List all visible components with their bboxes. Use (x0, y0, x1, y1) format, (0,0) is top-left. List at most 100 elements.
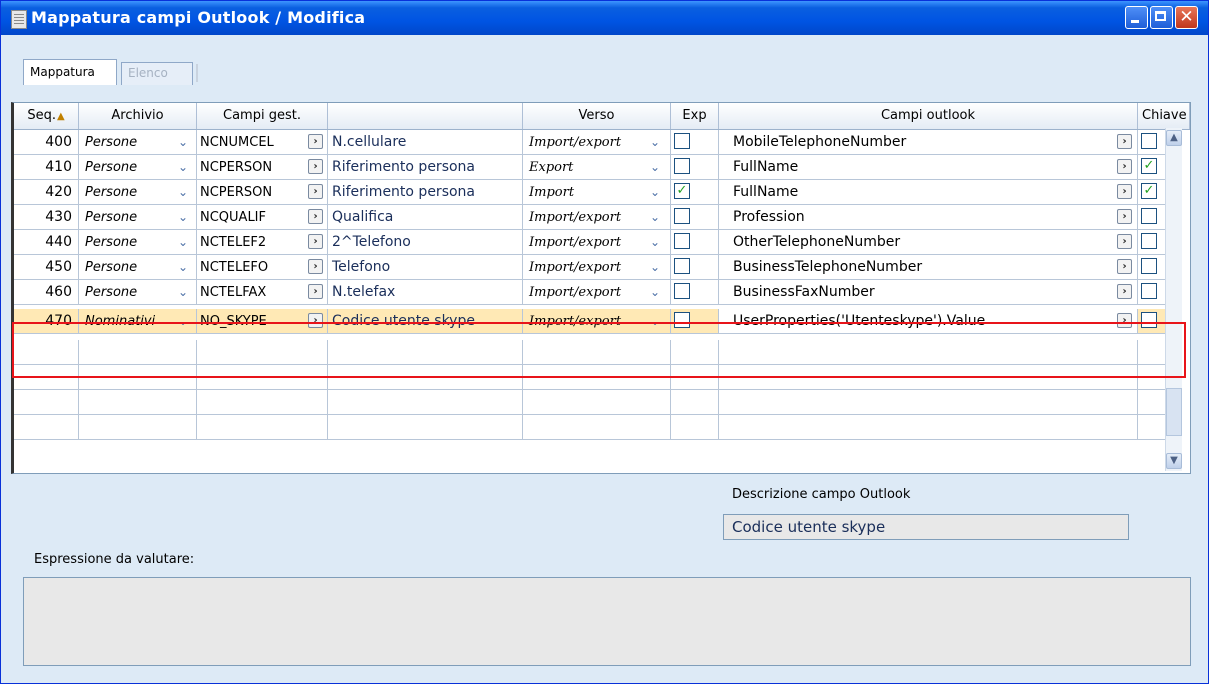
chiave-checkbox[interactable] (1141, 133, 1157, 149)
chevron-down-icon[interactable]: ⌄ (175, 283, 191, 301)
cell-verso[interactable]: Import/export ⌄ (523, 280, 671, 305)
chiave-checkbox[interactable] (1141, 283, 1157, 299)
column-header-descrizione[interactable] (328, 103, 523, 129)
zoom-icon[interactable]: › (1117, 209, 1132, 224)
chiave-checkbox[interactable]: ✓ (1141, 158, 1157, 174)
zoom-icon[interactable]: › (1117, 159, 1132, 174)
cell-campi-outlook[interactable]: BusinessFaxNumber › (719, 280, 1138, 305)
cell-seq[interactable]: 440 (14, 230, 79, 255)
chevron-down-icon[interactable]: ⌄ (647, 208, 663, 226)
column-header-archivio[interactable]: Archivio (79, 103, 197, 129)
espressione-textarea[interactable] (23, 577, 1191, 666)
zoom-icon[interactable]: › (308, 284, 323, 299)
exp-checkbox[interactable] (674, 233, 690, 249)
exp-checkbox[interactable]: ✓ (674, 183, 690, 199)
chevron-down-icon[interactable]: ⌄ (175, 208, 191, 226)
chevron-down-icon[interactable]: ⌄ (647, 233, 663, 251)
cell-campi-outlook[interactable]: BusinessTelephoneNumber › (719, 255, 1138, 280)
cell-seq[interactable]: 430 (14, 205, 79, 230)
zoom-icon[interactable]: › (308, 159, 323, 174)
exp-checkbox[interactable] (674, 133, 690, 149)
close-button[interactable]: ✕ (1175, 6, 1198, 29)
cell-campo-gest[interactable]: NCTELFAX › (197, 280, 328, 305)
table-row[interactable]: 440 Persone ⌄ NCTELEF2 › 2^Telefono Import/exp… (14, 230, 1174, 255)
zoom-icon[interactable]: › (308, 259, 323, 274)
table-row[interactable]: 460 Persone ⌄ NCTELFAX › N.telefax Import/expo… (14, 280, 1174, 305)
cell-archivio[interactable]: Persone ⌄ (79, 180, 197, 205)
zoom-icon[interactable]: › (1117, 184, 1132, 199)
cell-archivio[interactable]: Persone ⌄ (79, 155, 197, 180)
cell-seq[interactable]: 450 (14, 255, 79, 280)
cell-campi-outlook[interactable]: Profession › (719, 205, 1138, 230)
cell-campo-gest[interactable]: NCTELEFO › (197, 255, 328, 280)
chevron-down-icon[interactable]: ⌄ (647, 183, 663, 201)
cell-campo-gest[interactable]: NCTELEF2 › (197, 230, 328, 255)
exp-checkbox[interactable] (674, 158, 690, 174)
cell-verso[interactable]: Export ⌄ (523, 155, 671, 180)
table-row[interactable]: 450 Persone ⌄ NCTELEFO › Telefono Import/expor… (14, 255, 1174, 280)
table-row[interactable]: 430 Persone ⌄ NCQUALIF › Qualifica Import/expo… (14, 205, 1174, 230)
cell-seq[interactable]: 410 (14, 155, 79, 180)
tab-mappatura[interactable]: Mappatura (23, 59, 117, 85)
zoom-icon[interactable]: › (1117, 234, 1132, 249)
exp-checkbox[interactable] (674, 208, 690, 224)
tab-elenco[interactable]: Elenco (121, 62, 193, 85)
zoom-icon[interactable]: › (1117, 284, 1132, 299)
cell-archivio[interactable]: Persone ⌄ (79, 255, 197, 280)
title-bar[interactable]: Mappatura campi Outlook / Modifica ✕ (1, 1, 1208, 35)
column-header-verso[interactable]: Verso (523, 103, 671, 129)
cell-campo-gest[interactable]: NCPERSON › (197, 180, 328, 205)
column-header-exp[interactable]: Exp (671, 103, 719, 129)
chevron-down-icon[interactable]: ⌄ (175, 258, 191, 276)
zoom-icon[interactable]: › (308, 234, 323, 249)
chevron-down-icon[interactable]: ⌄ (647, 283, 663, 301)
column-header-campi-gest[interactable]: Campi gest. (197, 103, 328, 129)
chevron-down-icon[interactable]: ⌄ (175, 183, 191, 201)
cell-campi-outlook[interactable]: MobileTelephoneNumber › (719, 130, 1138, 155)
cell-archivio[interactable]: Persone ⌄ (79, 130, 197, 155)
grid-scrollbar[interactable]: ▲ ▼ (1165, 128, 1182, 471)
zoom-icon[interactable]: › (308, 184, 323, 199)
scroll-thumb[interactable] (1166, 388, 1182, 436)
chiave-checkbox[interactable] (1141, 233, 1157, 249)
cell-seq[interactable]: 460 (14, 280, 79, 305)
cell-campi-outlook[interactable]: FullName › (719, 180, 1138, 205)
zoom-icon[interactable]: › (1117, 259, 1132, 274)
column-header-seq[interactable]: Seq.▲ (14, 103, 79, 129)
chevron-down-icon[interactable]: ⌄ (175, 133, 191, 151)
exp-checkbox[interactable] (674, 258, 690, 274)
cell-seq[interactable]: 420 (14, 180, 79, 205)
cell-verso[interactable]: Import/export ⌄ (523, 255, 671, 280)
cell-campo-gest[interactable]: NCPERSON › (197, 155, 328, 180)
cell-campi-outlook[interactable]: OtherTelephoneNumber › (719, 230, 1138, 255)
zoom-icon[interactable]: › (308, 209, 323, 224)
column-header-campi-outlook[interactable]: Campi outlook (719, 103, 1138, 129)
column-header-chiave[interactable]: Chiave (1138, 103, 1190, 129)
chiave-checkbox[interactable] (1141, 258, 1157, 274)
table-row[interactable]: 410 Persone ⌄ NCPERSON › Riferimento persona E… (14, 155, 1174, 180)
chevron-down-icon[interactable]: ⌄ (647, 133, 663, 151)
cell-campi-outlook[interactable]: FullName › (719, 155, 1138, 180)
zoom-icon[interactable]: › (308, 134, 323, 149)
cell-verso[interactable]: Import/export ⌄ (523, 130, 671, 155)
cell-archivio[interactable]: Persone ⌄ (79, 205, 197, 230)
chevron-down-icon[interactable]: ⌄ (175, 233, 191, 251)
chiave-checkbox[interactable] (1141, 208, 1157, 224)
table-row[interactable]: 400 Persone ⌄ NCNUMCEL › N.cellulare Import/ex… (14, 130, 1174, 155)
chevron-down-icon[interactable]: ⌄ (647, 258, 663, 276)
scroll-up-icon[interactable]: ▲ (1166, 130, 1182, 146)
cell-archivio[interactable]: Persone ⌄ (79, 230, 197, 255)
maximize-button[interactable] (1150, 6, 1173, 29)
zoom-icon[interactable]: › (1117, 134, 1132, 149)
cell-verso[interactable]: Import/export ⌄ (523, 205, 671, 230)
chevron-down-icon[interactable]: ⌄ (647, 158, 663, 176)
table-row[interactable]: 420 Persone ⌄ NCPERSON › Riferimento persona I… (14, 180, 1174, 205)
minimize-button[interactable] (1125, 6, 1148, 29)
cell-campo-gest[interactable]: NCNUMCEL › (197, 130, 328, 155)
chiave-checkbox[interactable]: ✓ (1141, 183, 1157, 199)
cell-verso[interactable]: Import ⌄ (523, 180, 671, 205)
cell-verso[interactable]: Import/export ⌄ (523, 230, 671, 255)
cell-campo-gest[interactable]: NCQUALIF › (197, 205, 328, 230)
scroll-down-icon[interactable]: ▼ (1166, 453, 1182, 469)
cell-archivio[interactable]: Persone ⌄ (79, 280, 197, 305)
